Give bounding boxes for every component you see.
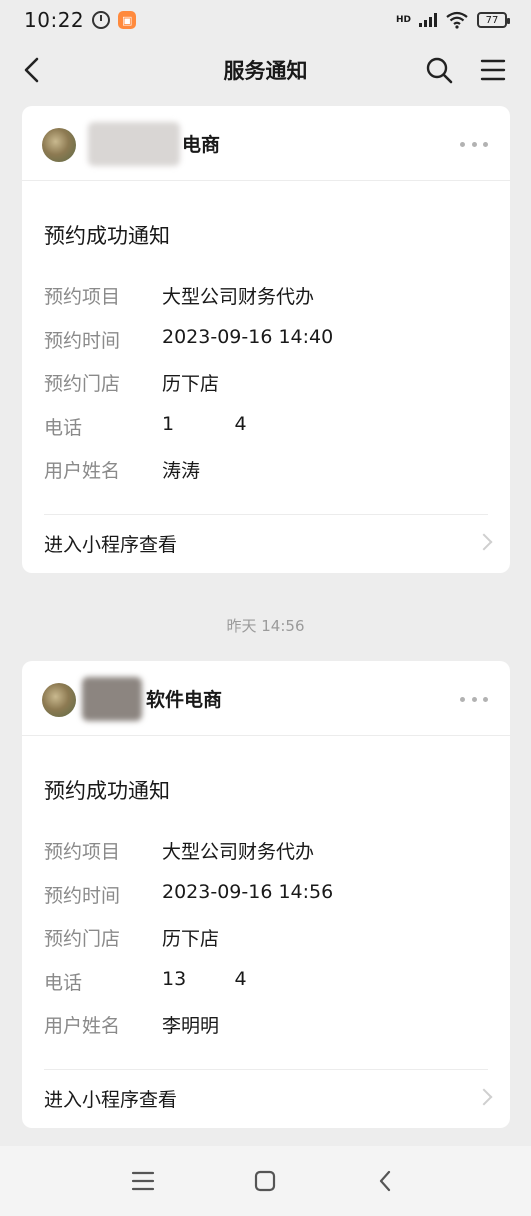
wifi-icon <box>446 11 468 29</box>
field-label: 预约时间 <box>44 330 121 352</box>
message-timestamp: 昨天 14:56 <box>226 617 305 635</box>
system-nav-bar <box>0 1146 531 1216</box>
field-value: 李明明 <box>162 1015 220 1037</box>
divider <box>44 1069 488 1070</box>
home-square-icon <box>254 1170 276 1192</box>
field-value: 大型公司财务代办 <box>162 286 315 308</box>
field-value: 2023-09-16 14:56 <box>162 881 334 903</box>
app-notification-icon: ▣ <box>118 11 137 29</box>
link-label: 进入小程序查看 <box>44 1089 178 1111</box>
field-row: 电话 13 4 <box>44 968 484 998</box>
sender-name[interactable]: 软件电商 <box>146 685 222 712</box>
sender-name[interactable]: 电商 <box>182 130 220 157</box>
card-title: 预约成功通知 <box>44 779 170 803</box>
more-options-button[interactable] <box>460 134 488 154</box>
field-row: 预约项目 大型公司财务代办 <box>44 282 484 312</box>
battery-level: 77 <box>485 14 499 26</box>
open-miniprogram-link[interactable]: 进入小程序查看 <box>22 1071 510 1127</box>
alarm-clock-icon <box>92 11 111 29</box>
field-value: 13 4 <box>162 968 247 990</box>
field-label: 预约门店 <box>44 373 121 395</box>
notification-card: 软件电商 预约成功通知 预约项目 大型公司财务代办 预约时间 2023-09-1… <box>22 661 510 1128</box>
field-row: 预约时间 2023-09-16 14:40 <box>44 326 484 356</box>
battery-icon: 77 <box>477 12 510 28</box>
page-title: 服务通知 <box>223 59 308 83</box>
field-row: 预约时间 2023-09-16 14:56 <box>44 881 484 911</box>
menu-lines-icon <box>131 1171 155 1191</box>
redacted-sender <box>88 122 180 166</box>
chevron-left-icon <box>24 57 39 83</box>
status-time: 10:22 <box>24 8 85 32</box>
chevron-right-icon <box>475 533 493 551</box>
link-label: 进入小程序查看 <box>44 534 178 556</box>
status-right: HD 77 <box>395 11 510 29</box>
recent-apps-button[interactable] <box>126 1164 160 1198</box>
signal-icon <box>419 13 437 27</box>
field-row: 用户姓名 涛涛 <box>44 456 484 486</box>
field-label: 预约项目 <box>44 841 121 863</box>
status-left: 10:22 ▣ <box>24 8 137 32</box>
more-dots-icon <box>460 696 465 702</box>
field-value: 大型公司财务代办 <box>162 841 315 863</box>
field-label: 预约时间 <box>44 885 121 907</box>
open-miniprogram-link[interactable]: 进入小程序查看 <box>22 516 510 572</box>
nav-bar: 服务通知 <box>0 40 531 100</box>
field-value: 涛涛 <box>162 460 201 482</box>
field-row: 预约门店 历下店 <box>44 369 484 399</box>
redacted-sender <box>82 677 142 721</box>
card-title: 预约成功通知 <box>44 224 170 248</box>
field-label: 电话 <box>44 417 83 439</box>
network-type: HD <box>395 14 411 25</box>
chevron-right-icon <box>475 1088 493 1106</box>
field-value: 2023-09-16 14:40 <box>162 326 334 348</box>
back-button[interactable] <box>14 52 50 88</box>
field-row: 预约项目 大型公司财务代办 <box>44 837 484 867</box>
field-value: 历下店 <box>162 928 220 950</box>
field-label: 用户姓名 <box>44 1015 121 1037</box>
field-value: 1 4 <box>162 413 247 435</box>
field-label: 电话 <box>44 972 83 994</box>
system-back-button[interactable] <box>368 1164 402 1198</box>
avatar[interactable] <box>42 128 76 162</box>
field-value: 历下店 <box>162 373 220 395</box>
hamburger-menu-icon <box>480 59 506 81</box>
search-button[interactable] <box>421 52 457 88</box>
notification-card: 电商 预约成功通知 预约项目 大型公司财务代办 预约时间 2023-09-16 … <box>22 106 510 573</box>
more-dots-icon <box>460 141 465 147</box>
status-bar: 10:22 ▣ HD 77 <box>0 0 531 40</box>
menu-button[interactable] <box>475 52 511 88</box>
field-label: 预约项目 <box>44 286 121 308</box>
field-row: 预约门店 历下店 <box>44 924 484 954</box>
card-header: 软件电商 <box>22 661 510 736</box>
search-icon <box>426 57 453 84</box>
home-button[interactable] <box>248 1164 282 1198</box>
field-row: 电话 1 4 <box>44 413 484 443</box>
divider <box>44 514 488 515</box>
back-arrow-icon <box>379 1170 391 1192</box>
avatar[interactable] <box>42 683 76 717</box>
more-options-button[interactable] <box>460 689 488 709</box>
card-header: 电商 <box>22 106 510 181</box>
field-row: 用户姓名 李明明 <box>44 1011 484 1041</box>
field-label: 用户姓名 <box>44 460 121 482</box>
field-label: 预约门店 <box>44 928 121 950</box>
